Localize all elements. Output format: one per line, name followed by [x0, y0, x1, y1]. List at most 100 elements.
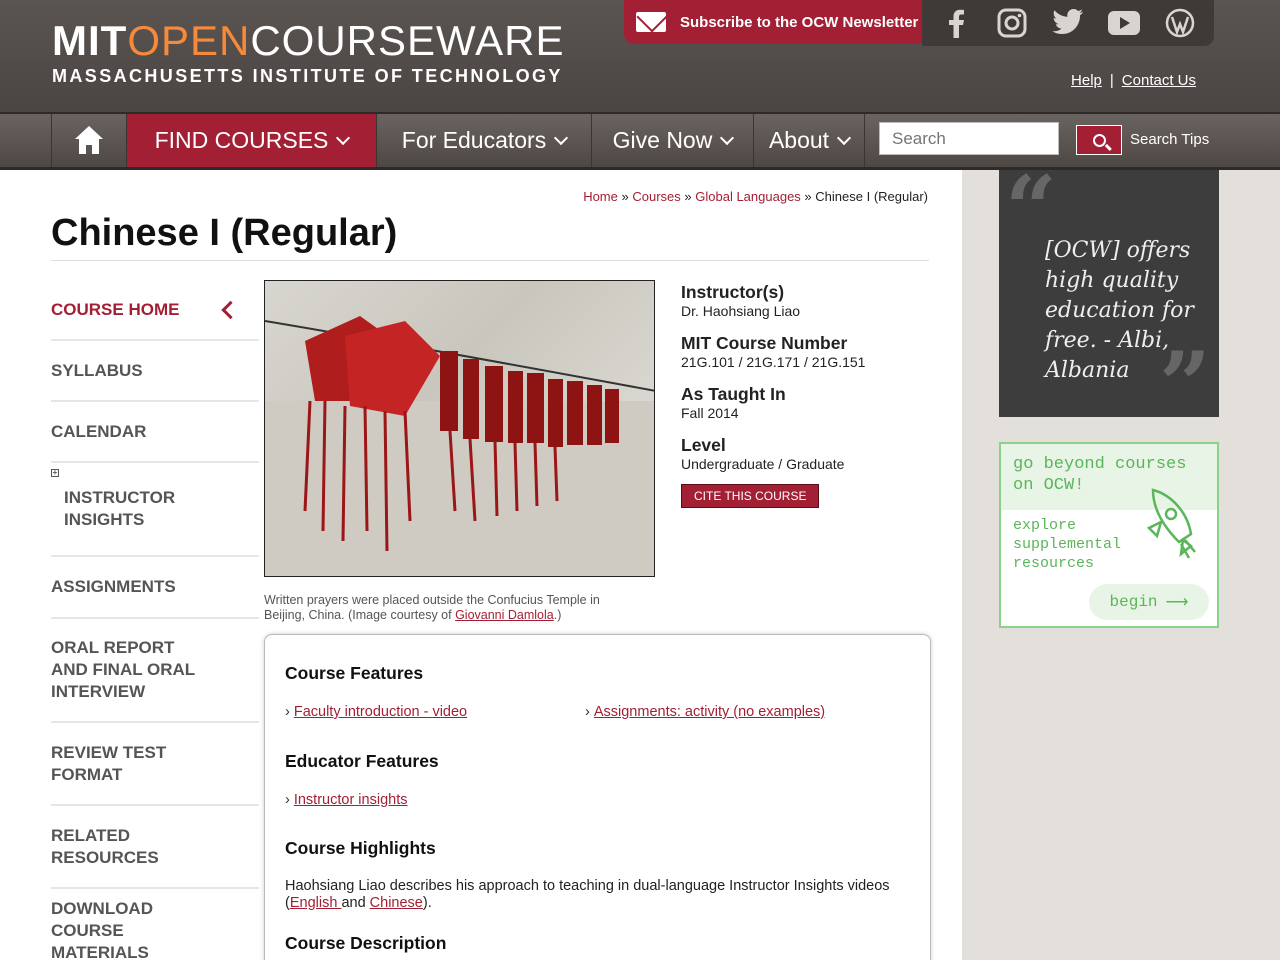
- taught-in-label: As Taught In: [681, 384, 786, 404]
- sidebar-item-course-home[interactable]: COURSE HOME: [51, 280, 259, 341]
- go-beyond-promo[interactable]: go beyond courses on OCW! explore supple…: [999, 442, 1219, 628]
- logo-subtitle: MASSACHUSETTS INSTITUTE OF TECHNOLOGY: [52, 66, 563, 86]
- course-number-value: 21G.101 / 21G.171 / 21G.151: [681, 354, 866, 370]
- feature-link-faculty-intro[interactable]: Faculty introduction - video: [285, 704, 467, 720]
- sidebar-item-syllabus[interactable]: SYLLABUS: [51, 341, 259, 402]
- wordpress-icon[interactable]: [1163, 6, 1197, 40]
- nav-find-courses-label: FIND COURSES: [154, 127, 329, 153]
- search-button[interactable]: [1076, 125, 1122, 155]
- cite-this-course-button[interactable]: CITE THIS COURSE: [681, 484, 820, 508]
- course-number-label: MIT Course Number: [681, 333, 848, 353]
- chevron-left-icon: [221, 300, 240, 319]
- social-links: [922, 0, 1214, 46]
- sidebar-item-calendar[interactable]: CALENDAR: [51, 402, 259, 463]
- begin-button[interactable]: begin ⟶: [1089, 584, 1209, 620]
- testimonial-quote: “ ” [OCW] offers high quality education …: [999, 156, 1219, 438]
- search-icon: [1092, 133, 1106, 147]
- breadcrumb-courses[interactable]: Courses: [632, 189, 680, 204]
- course-features-box: Course Features Faculty introduction - v…: [264, 634, 931, 960]
- sidebar-item-label: COURSE HOME: [51, 299, 180, 319]
- feature-link-instructor-insights[interactable]: Instructor insights: [285, 792, 408, 808]
- nav-about[interactable]: About: [753, 114, 865, 167]
- instructors-value: Dr. Haohsiang Liao: [681, 303, 801, 319]
- image-caption: Written prayers were placed outside the …: [264, 593, 644, 623]
- caption-credit-link[interactable]: Giovanni Damlola: [455, 608, 554, 622]
- subscribe-label: Subscribe to the OCW Newsletter: [680, 13, 919, 31]
- sidebar-item-label: ORAL REPORT AND FINAL ORAL INTERVIEW: [51, 638, 195, 701]
- sidebar-item-label: ASSIGNMENTS: [51, 577, 176, 596]
- home-icon: [72, 125, 106, 156]
- breadcrumb: Home » Courses » Global Languages » Chin…: [583, 189, 928, 204]
- sidebar-item-related-resources[interactable]: RELATED RESOURCES: [51, 806, 259, 889]
- breadcrumb-current: Chinese I (Regular): [815, 189, 928, 204]
- search-tips-link[interactable]: Search Tips: [1130, 131, 1209, 148]
- breadcrumb-separator: »: [621, 189, 629, 204]
- level-label: Level: [681, 435, 726, 455]
- utility-separator: |: [1109, 72, 1114, 89]
- sidebar-item-oral-report[interactable]: ORAL REPORT AND FINAL ORAL INTERVIEW: [51, 619, 259, 723]
- taught-in-value: Fall 2014: [681, 405, 739, 421]
- nav-for-educators[interactable]: For Educators: [376, 114, 591, 167]
- twitter-icon[interactable]: [1051, 6, 1085, 40]
- logo-mit: MIT: [52, 17, 128, 64]
- sidebar-item-instructor-insights[interactable]: + INSTRUCTOR INSIGHTS: [51, 463, 259, 557]
- chevron-down-icon: [336, 130, 351, 145]
- mail-icon: [636, 12, 666, 32]
- sidebar-item-assignments[interactable]: ASSIGNMENTS: [51, 557, 259, 619]
- expand-icon[interactable]: +: [51, 469, 59, 477]
- subscribe-newsletter-button[interactable]: Subscribe to the OCW Newsletter: [624, 0, 922, 44]
- sidebar-item-download-course-materials[interactable]: DOWNLOAD COURSE MATERIALS: [51, 889, 259, 960]
- begin-label: begin: [1109, 593, 1158, 611]
- chinese-video-link[interactable]: Chinese: [370, 895, 423, 911]
- ocw-logo[interactable]: MITOPENCOURSEWARE: [52, 18, 564, 64]
- contact-us-link[interactable]: Contact Us: [1122, 72, 1196, 89]
- logo-courseware: COURSEWARE: [250, 17, 565, 64]
- utility-links: Help | Contact Us: [1071, 72, 1196, 89]
- facebook-icon[interactable]: [939, 6, 973, 40]
- educator-features-heading: Educator Features: [285, 751, 439, 771]
- right-promo-column: “ ” [OCW] offers high quality education …: [962, 156, 1280, 960]
- feature-link-assignments[interactable]: Assignments: activity (no examples): [585, 704, 825, 720]
- breadcrumb-separator: »: [684, 189, 692, 204]
- highlights-end: ).: [422, 895, 432, 911]
- sidebar-item-label: DOWNLOAD COURSE MATERIALS: [51, 898, 153, 960]
- course-sidebar: COURSE HOME SYLLABUS CALENDAR + INSTRUCT…: [51, 280, 259, 960]
- nav-give-now[interactable]: Give Now: [591, 114, 753, 167]
- instagram-icon[interactable]: [995, 6, 1029, 40]
- youtube-icon[interactable]: [1107, 6, 1141, 40]
- breadcrumb-home[interactable]: Home: [583, 189, 618, 204]
- breadcrumb-global-languages[interactable]: Global Languages: [695, 189, 801, 204]
- instructors-label: Instructor(s): [681, 282, 785, 302]
- sidebar-item-label: CALENDAR: [51, 421, 147, 441]
- sidebar-item-label: REVIEW TEST FORMAT: [51, 742, 167, 784]
- nav-home[interactable]: [51, 114, 126, 167]
- course-image: [264, 280, 655, 577]
- course-info: Instructor(s) Dr. Haohsiang Liao MIT Cou…: [681, 282, 921, 508]
- english-video-link[interactable]: English: [290, 895, 342, 911]
- course-highlights-heading: Course Highlights: [285, 838, 436, 858]
- chevron-down-icon: [836, 130, 852, 145]
- rocket-icon: [1146, 488, 1196, 559]
- highlights-and: and: [341, 895, 366, 911]
- sidebar-item-label: RELATED RESOURCES: [51, 825, 159, 867]
- search-input[interactable]: [879, 122, 1059, 155]
- site-header: MITOPENCOURSEWARE MASSACHUSETTS INSTITUT…: [0, 0, 1280, 114]
- chevron-down-icon: [720, 130, 735, 145]
- page-title: Chinese I (Regular): [51, 212, 398, 254]
- logo-open: OPEN: [127, 17, 251, 64]
- nav-find-courses[interactable]: FIND COURSES: [126, 114, 376, 167]
- sidebar-item-label: INSTRUCTOR INSIGHTS: [64, 488, 176, 529]
- caption-end: .): [553, 608, 562, 622]
- quote-text: [OCW] offers high quality education for …: [1045, 238, 1194, 383]
- nav-about-label: About: [768, 127, 830, 153]
- beyond-subtitle: explore supplemental resources: [1013, 517, 1122, 572]
- main-nav: FIND COURSES For Educators Give Now Abou…: [0, 114, 1280, 170]
- title-divider: [51, 260, 929, 261]
- course-highlights-text: Haohsiang Liao describes his approach to…: [285, 878, 905, 912]
- nav-give-now-label: Give Now: [612, 127, 713, 153]
- help-link[interactable]: Help: [1071, 72, 1102, 89]
- arrow-right-icon: ⟶: [1165, 594, 1189, 612]
- sidebar-item-label: SYLLABUS: [51, 360, 143, 380]
- breadcrumb-separator: »: [804, 189, 812, 204]
- sidebar-item-review-test-format[interactable]: REVIEW TEST FORMAT: [51, 723, 259, 806]
